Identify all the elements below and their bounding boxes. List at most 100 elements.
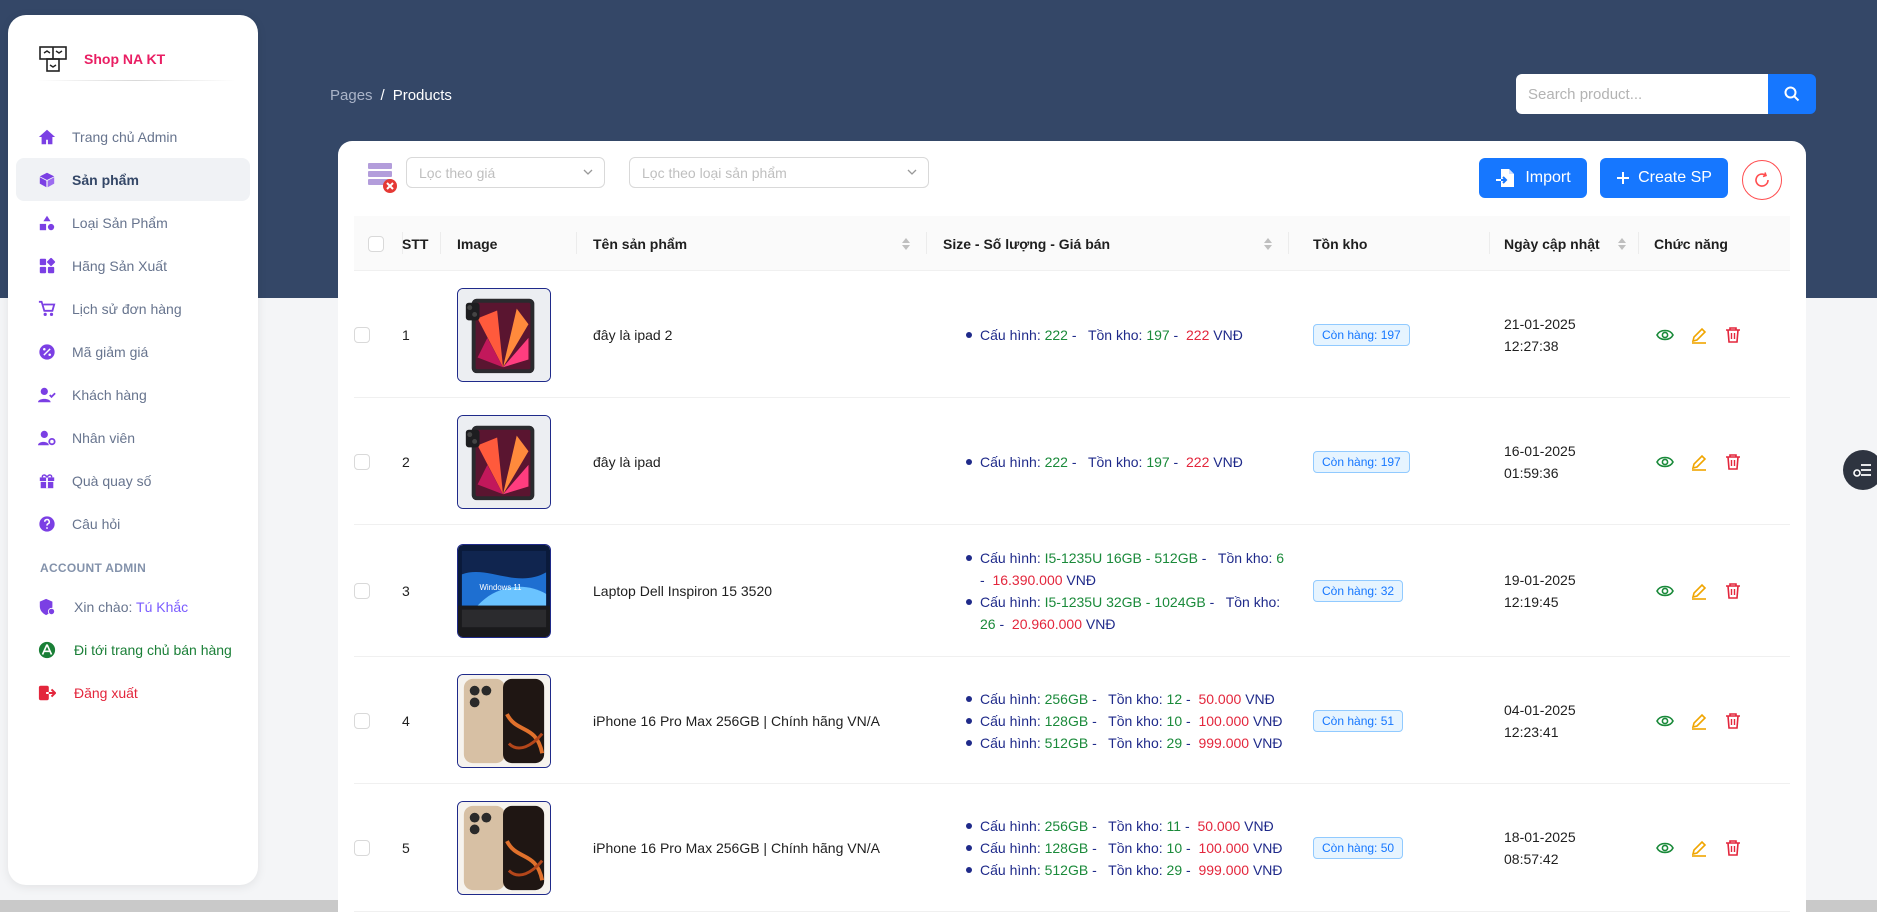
row-image-cell bbox=[457, 414, 551, 509]
row-checkbox[interactable] bbox=[354, 840, 370, 856]
sidebar-item-coupons[interactable]: Mã giảm giá bbox=[16, 330, 250, 373]
clear-filter-icon[interactable] bbox=[366, 161, 398, 195]
table-row: 3 Windows 11 Laptop Dell Inspiron 15 3520 C… bbox=[354, 525, 1790, 657]
user-shield-icon bbox=[38, 598, 56, 616]
view-icon[interactable] bbox=[1656, 582, 1674, 600]
row-product-name: iPhone 16 Pro Max 256GB | Chính hãng VN/… bbox=[593, 840, 880, 856]
account-greeting[interactable]: Xin chào: Tú Khắc bbox=[16, 585, 250, 628]
product-thumbnail[interactable] bbox=[457, 414, 551, 509]
spec-currency: VNĐ bbox=[1066, 572, 1096, 588]
type-filter-select[interactable]: Lọc theo loại sản phẩm bbox=[629, 157, 929, 188]
import-button[interactable]: Import bbox=[1479, 158, 1587, 198]
row-specs: Cấu hình: 222 - Tồn kho: 197 - 222 VNĐ bbox=[966, 451, 1326, 473]
cart-icon bbox=[38, 300, 56, 318]
product-thumbnail[interactable] bbox=[457, 801, 551, 895]
spec-stock-value: 12 bbox=[1166, 690, 1183, 707]
row-checkbox[interactable] bbox=[354, 453, 370, 470]
spec-config-value: 222 bbox=[1044, 326, 1068, 343]
row-stock-cell: Còn hàng: 197 bbox=[1313, 450, 1410, 473]
sidebar-item-categories[interactable]: Loại Sản Phẩm bbox=[16, 201, 250, 244]
column-updated-label: Ngày cập nhật bbox=[1504, 235, 1600, 252]
stock-status-tag: Còn hàng: 50 bbox=[1313, 837, 1404, 859]
row-checkbox[interactable] bbox=[354, 583, 370, 599]
sidebar-nav: Trang chủ Admin Sản phẩm Loại Sản Phẩm H… bbox=[16, 115, 250, 545]
row-image-cell bbox=[457, 287, 551, 382]
breadcrumb-root[interactable]: Pages bbox=[330, 87, 373, 104]
sidebar-item-brands[interactable]: Hãng Sản Xuất bbox=[16, 244, 250, 287]
view-icon[interactable] bbox=[1656, 839, 1674, 857]
go-to-store-link[interactable]: Đi tới trang chủ bán hàng bbox=[16, 628, 250, 671]
spec-price-value: 100.000 bbox=[1198, 712, 1250, 729]
sidebar-item-lucky-draw[interactable]: Quà quay số bbox=[16, 459, 250, 502]
search-button[interactable] bbox=[1768, 74, 1816, 114]
spec-price-value: 20.960.000 bbox=[1011, 616, 1082, 632]
edit-icon[interactable] bbox=[1690, 839, 1708, 857]
column-name[interactable]: Tên sản phẩm bbox=[593, 216, 687, 271]
sidebar-item-customers[interactable]: Khách hàng bbox=[16, 373, 250, 416]
row-select-cell bbox=[354, 712, 370, 729]
edit-icon[interactable] bbox=[1690, 582, 1708, 600]
column-image: Image bbox=[457, 216, 497, 271]
spec-config-label: Cấu hình: bbox=[980, 862, 1045, 878]
delete-icon[interactable] bbox=[1724, 582, 1742, 600]
settings-list-icon bbox=[1853, 464, 1871, 477]
view-icon[interactable] bbox=[1656, 712, 1674, 730]
sidebar-item-label: Hãng Sản Xuất bbox=[72, 257, 167, 274]
row-specs: Cấu hình: 256GB - Tồn kho: 11 - 50.000 V… bbox=[966, 815, 1326, 881]
sort-icon[interactable] bbox=[1617, 236, 1627, 252]
floating-settings-button[interactable] bbox=[1843, 450, 1877, 490]
question-icon bbox=[38, 515, 56, 533]
logout-link[interactable]: Đăng xuất bbox=[16, 671, 250, 714]
row-image-cell: Windows 11 bbox=[457, 544, 551, 638]
sidebar-item-faq[interactable]: Câu hỏi bbox=[16, 502, 250, 545]
user-check-icon bbox=[38, 386, 56, 404]
sidebar-item-home[interactable]: Trang chủ Admin bbox=[16, 115, 250, 158]
row-specs: Cấu hình: I5-1235U 16GB - 512GB - Tồn kh… bbox=[966, 547, 1286, 635]
spec-currency: VNĐ bbox=[1252, 840, 1283, 856]
sort-icon[interactable] bbox=[901, 236, 911, 252]
row-time: 08:57:42 bbox=[1504, 851, 1559, 867]
create-product-button[interactable]: Create SP bbox=[1600, 158, 1728, 198]
product-thumbnail[interactable]: Windows 11 bbox=[457, 544, 551, 638]
sidebar-item-staff[interactable]: Nhân viên bbox=[16, 416, 250, 459]
sidebar-item-orders[interactable]: Lịch sử đơn hàng bbox=[16, 287, 250, 330]
column-updated[interactable]: Ngày cập nhật bbox=[1504, 216, 1600, 271]
stock-status-tag: Còn hàng: 32 bbox=[1313, 580, 1404, 602]
price-filter-select[interactable]: Lọc theo giá bbox=[406, 157, 605, 188]
column-specs[interactable]: Size - Số lượng - Giá bán bbox=[943, 216, 1110, 271]
row-checkbox[interactable] bbox=[354, 326, 370, 343]
row-specs: Cấu hình: 256GB - Tồn kho: 12 - 50.000 V… bbox=[966, 688, 1326, 754]
view-icon[interactable] bbox=[1656, 453, 1674, 471]
product-thumbnail[interactable] bbox=[457, 287, 551, 382]
edit-icon[interactable] bbox=[1690, 453, 1708, 471]
row-date: 19-01-2025 bbox=[1504, 572, 1576, 588]
delete-icon[interactable] bbox=[1724, 326, 1742, 344]
row-stock-cell: Còn hàng: 50 bbox=[1313, 837, 1404, 859]
product-thumbnail[interactable] bbox=[457, 673, 551, 768]
delete-icon[interactable] bbox=[1724, 712, 1742, 730]
search-input[interactable] bbox=[1516, 74, 1768, 114]
logout-label: Đăng xuất bbox=[74, 684, 138, 701]
row-date: 16-01-2025 bbox=[1504, 442, 1576, 459]
spec-stock-label: Tồn kho: bbox=[1108, 734, 1167, 751]
row-product-name: đây là ipad 2 bbox=[593, 326, 673, 343]
table-row: 4 iPhone 16 Pro Max 256GB | Chính hãng VN… bbox=[354, 657, 1790, 784]
spec-stock-value: 6 bbox=[1276, 550, 1285, 566]
sidebar-item-products[interactable]: Sản phẩm bbox=[16, 158, 250, 201]
row-date: 18-01-2025 bbox=[1504, 829, 1576, 845]
edit-icon[interactable] bbox=[1690, 326, 1708, 344]
refresh-button[interactable] bbox=[1742, 160, 1782, 200]
edit-icon[interactable] bbox=[1690, 712, 1708, 730]
view-icon[interactable] bbox=[1656, 326, 1674, 344]
table-row: 1 đây là ipad 2 Cấu hình: 222 - Tồn kho: 1… bbox=[354, 271, 1790, 398]
delete-icon[interactable] bbox=[1724, 453, 1742, 471]
row-select-cell bbox=[354, 583, 370, 599]
spec-config-value: 256GB bbox=[1044, 690, 1089, 707]
column-stock: Tồn kho bbox=[1313, 216, 1367, 271]
sort-icon[interactable] bbox=[1263, 236, 1273, 252]
row-checkbox[interactable] bbox=[354, 712, 370, 729]
select-all-checkbox[interactable] bbox=[368, 235, 384, 252]
column-actions: Chức năng bbox=[1654, 216, 1728, 271]
delete-icon[interactable] bbox=[1724, 839, 1742, 857]
brand[interactable]: Shop NA KT bbox=[38, 35, 165, 83]
